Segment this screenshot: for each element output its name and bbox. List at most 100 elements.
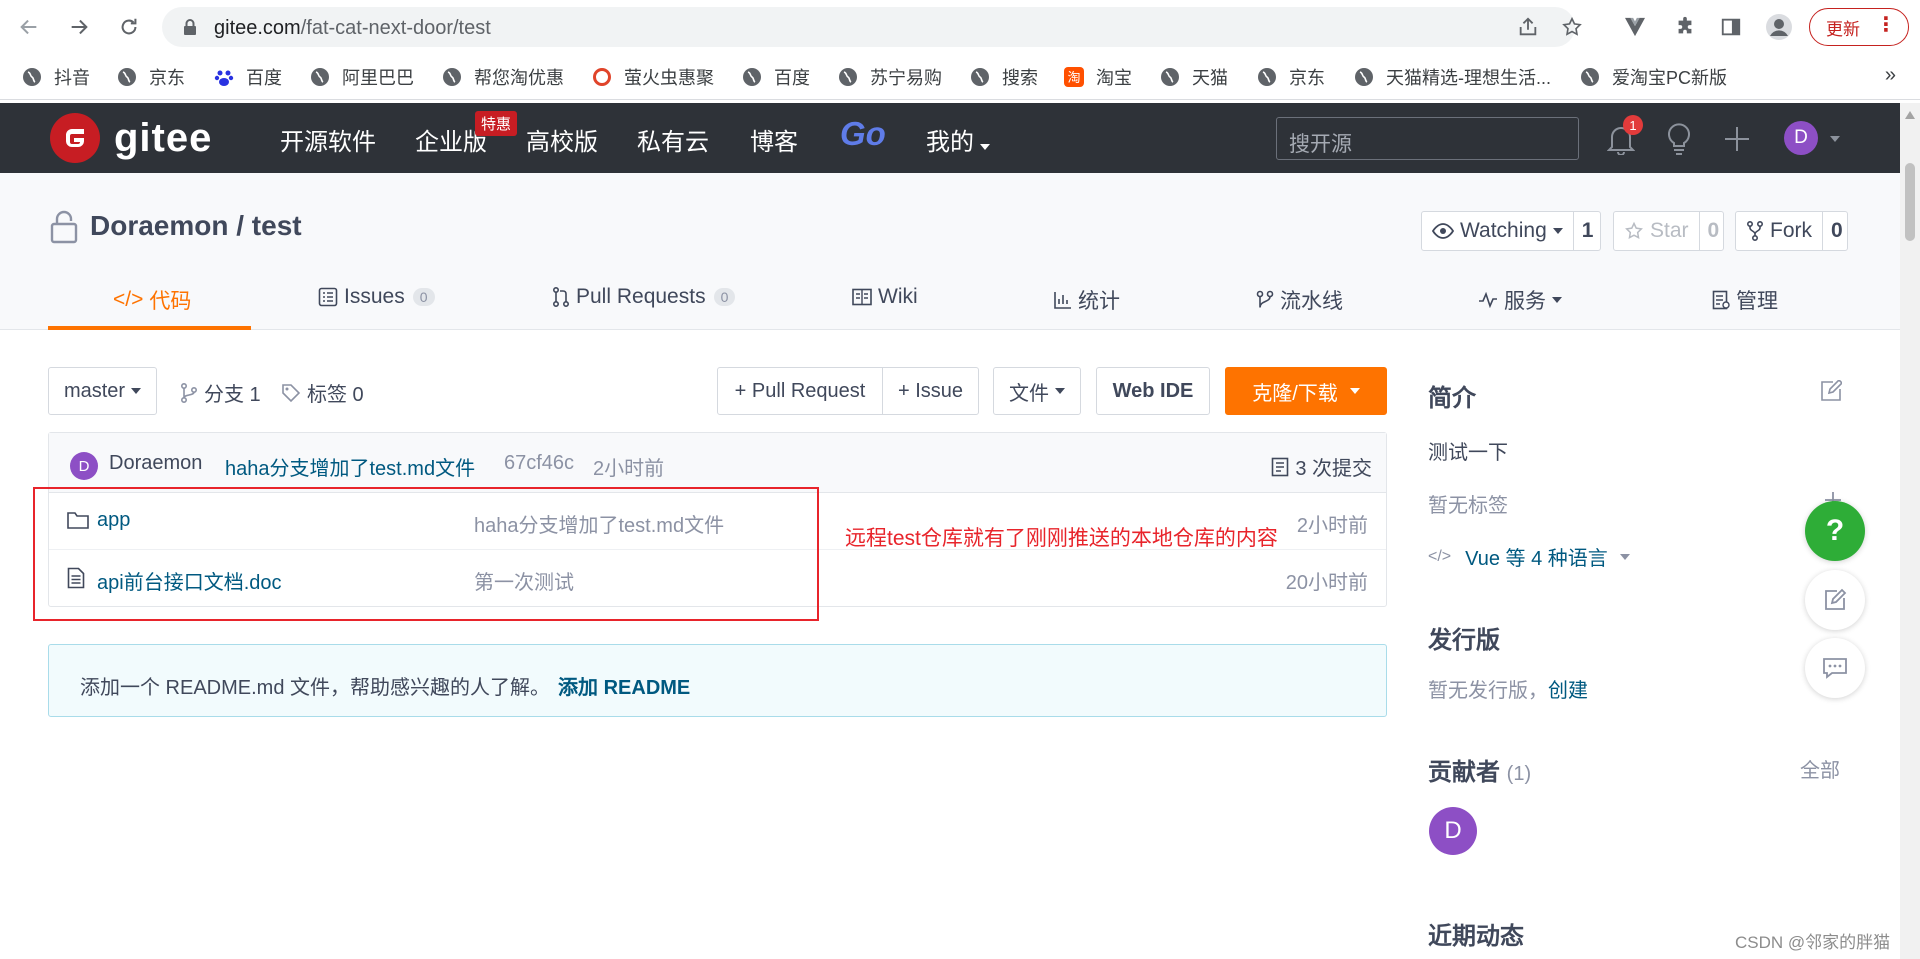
tags-link[interactable]: 标签 0 [281, 378, 364, 407]
chevron-down-icon [1349, 388, 1360, 394]
tab-code[interactable]: </> 代码 [113, 285, 191, 315]
nav-mine[interactable]: 我的 [926, 122, 990, 157]
tab-pull-requests[interactable]: Pull Requests 0 [552, 285, 736, 309]
tab-pipeline[interactable]: 流水线 [1256, 285, 1343, 315]
lock-icon [184, 19, 196, 35]
extensions-icon[interactable] [1670, 12, 1700, 42]
file-menu-label: 文件 [1009, 382, 1049, 405]
clone-download-button[interactable]: 克隆/下载 [1225, 367, 1387, 415]
bookmarks-bar: 抖音 京东 百度 阿里巴巴 帮您淘优惠 萤火虫惠聚 百度 苏宁易购 搜索 淘 淘宝… [0, 54, 1920, 100]
globe-icon [1258, 68, 1276, 86]
branch-select-value: master [63, 379, 126, 402]
nav-opensource[interactable]: 开源软件 [280, 122, 376, 157]
commits-count-link[interactable]: 3 次提交 [1271, 452, 1372, 481]
nav-private-cloud[interactable]: 私有云 [637, 122, 709, 157]
star-bookmark-icon[interactable] [1561, 16, 1583, 38]
tab-issues[interactable]: Issues 0 [318, 285, 435, 309]
all-contributors-link[interactable]: 全部 [1800, 754, 1840, 783]
commit-hash[interactable]: 67cf46c [504, 452, 574, 475]
lock-icon [50, 210, 78, 244]
tab-wiki[interactable]: Wiki [852, 285, 918, 309]
kebab-menu-icon[interactable]: ⋮ [1876, 15, 1896, 35]
web-ide-button[interactable]: Web IDE [1096, 367, 1210, 415]
chevron-down-icon[interactable] [1830, 136, 1840, 142]
feedback-button[interactable] [1805, 570, 1865, 630]
bookmark-label: 爱淘宝PC新版 [1612, 68, 1728, 88]
chat-button[interactable] [1805, 638, 1865, 698]
bookmark-item[interactable]: 爱淘宝PC新版 [1580, 62, 1727, 92]
vue-devtools-icon[interactable] [1620, 12, 1650, 42]
branch-select[interactable]: master [48, 367, 157, 415]
nav-education[interactable]: 高校版 [526, 122, 598, 157]
bookmark-item[interactable]: 天猫精选-理想生活... [1354, 62, 1551, 92]
plus-icon[interactable] [1723, 125, 1751, 153]
fork-button[interactable]: Fork 0 [1735, 211, 1848, 251]
bookmark-item[interactable]: 京东 [117, 62, 185, 92]
bookmark-item[interactable]: 搜索 [970, 62, 1038, 92]
browser-toolbar: gitee.com/fat-cat-next-door/test 更新 ⋮ [0, 0, 1920, 54]
update-button[interactable]: 更新 ⋮ [1809, 8, 1909, 46]
side-panel-icon[interactable] [1716, 12, 1746, 42]
no-tags-text: 暂无标签 [1428, 495, 1508, 517]
gitee-logo[interactable]: gitee [50, 113, 212, 163]
nav-go[interactable]: Go [840, 115, 886, 153]
annotation-highlight-box [33, 487, 819, 621]
back-button[interactable] [14, 12, 44, 42]
file-menu-button[interactable]: 文件 [993, 367, 1081, 415]
chevron-down-icon [1619, 553, 1630, 560]
add-readme-link[interactable]: 添加 README [558, 677, 690, 699]
star-button[interactable]: Star 0 [1613, 211, 1724, 251]
user-avatar[interactable]: D [1784, 121, 1818, 155]
bookmark-item[interactable]: 百度 [742, 62, 810, 92]
star-count[interactable]: 0 [1698, 212, 1728, 250]
create-release-link[interactable]: 创建 [1548, 680, 1588, 702]
bookmarks-overflow-button[interactable]: » [1885, 64, 1896, 87]
search-input[interactable]: 搜开源 [1276, 117, 1579, 160]
profile-icon[interactable] [1764, 12, 1794, 42]
tab-manage[interactable]: 管理 [1712, 285, 1778, 315]
bookmark-item[interactable]: 淘 淘宝 [1064, 62, 1132, 92]
language-select[interactable]: </> Vue 等 4 种语言 [1428, 542, 1630, 571]
reload-button[interactable] [114, 12, 144, 42]
watch-button[interactable]: Watching 1 [1421, 211, 1601, 251]
file-time: 2小时前 [1296, 515, 1368, 537]
lightbulb-icon[interactable] [1665, 122, 1693, 156]
new-issue-button[interactable]: + Issue [882, 367, 979, 415]
watch-count[interactable]: 1 [1572, 212, 1602, 250]
new-pull-request-button[interactable]: + Pull Request [717, 367, 883, 415]
bookmark-item[interactable]: 阿里巴巴 [310, 62, 414, 92]
tab-manage-label: 管理 [1736, 290, 1778, 313]
bookmark-item[interactable]: 苏宁易购 [838, 62, 942, 92]
bookmark-item[interactable]: 京东 [1257, 62, 1325, 92]
contributors-title: 贡献者 (1) [1428, 752, 1531, 787]
tab-stats[interactable]: 统计 [1054, 285, 1120, 315]
branches-link[interactable]: 分支 1 [180, 378, 261, 407]
help-button[interactable]: ? [1805, 501, 1865, 561]
pipeline-icon [1256, 290, 1274, 308]
bookmark-item[interactable]: 天猫 [1160, 62, 1228, 92]
tab-services[interactable]: 服务 [1478, 285, 1562, 315]
share-icon[interactable] [1517, 16, 1539, 38]
commits-count-label: 3 次提交 [1295, 458, 1372, 480]
bookmark-item[interactable]: 抖音 [22, 62, 90, 92]
bookmark-item[interactable]: 百度 [214, 62, 282, 92]
address-bar[interactable]: gitee.com/fat-cat-next-door/test [162, 7, 1582, 47]
commit-author-avatar[interactable]: D [70, 452, 98, 480]
repo-title[interactable]: Doraemon / test [90, 210, 302, 242]
release-title: 发行版 [1428, 627, 1500, 654]
bookmark-item[interactable]: 萤火虫惠聚 [592, 62, 714, 92]
scroll-up-icon[interactable] [1905, 111, 1915, 119]
forward-button[interactable] [64, 12, 94, 42]
scrollbar-thumb[interactable] [1905, 163, 1915, 241]
branch-icon [181, 382, 198, 403]
bookmark-label: 百度 [774, 68, 810, 88]
commit-author[interactable]: Doraemon [109, 452, 202, 475]
scrollbar[interactable] [1900, 103, 1920, 959]
nav-blog[interactable]: 博客 [750, 122, 798, 157]
activity-title: 近期动态 [1428, 923, 1524, 950]
contributor-avatar[interactable]: D [1429, 807, 1477, 855]
commit-message[interactable]: haha分支增加了test.md文件 [225, 452, 475, 481]
edit-icon[interactable] [1820, 380, 1842, 402]
bookmark-item[interactable]: 帮您淘优惠 [442, 62, 564, 92]
fork-count[interactable]: 0 [1822, 212, 1851, 250]
